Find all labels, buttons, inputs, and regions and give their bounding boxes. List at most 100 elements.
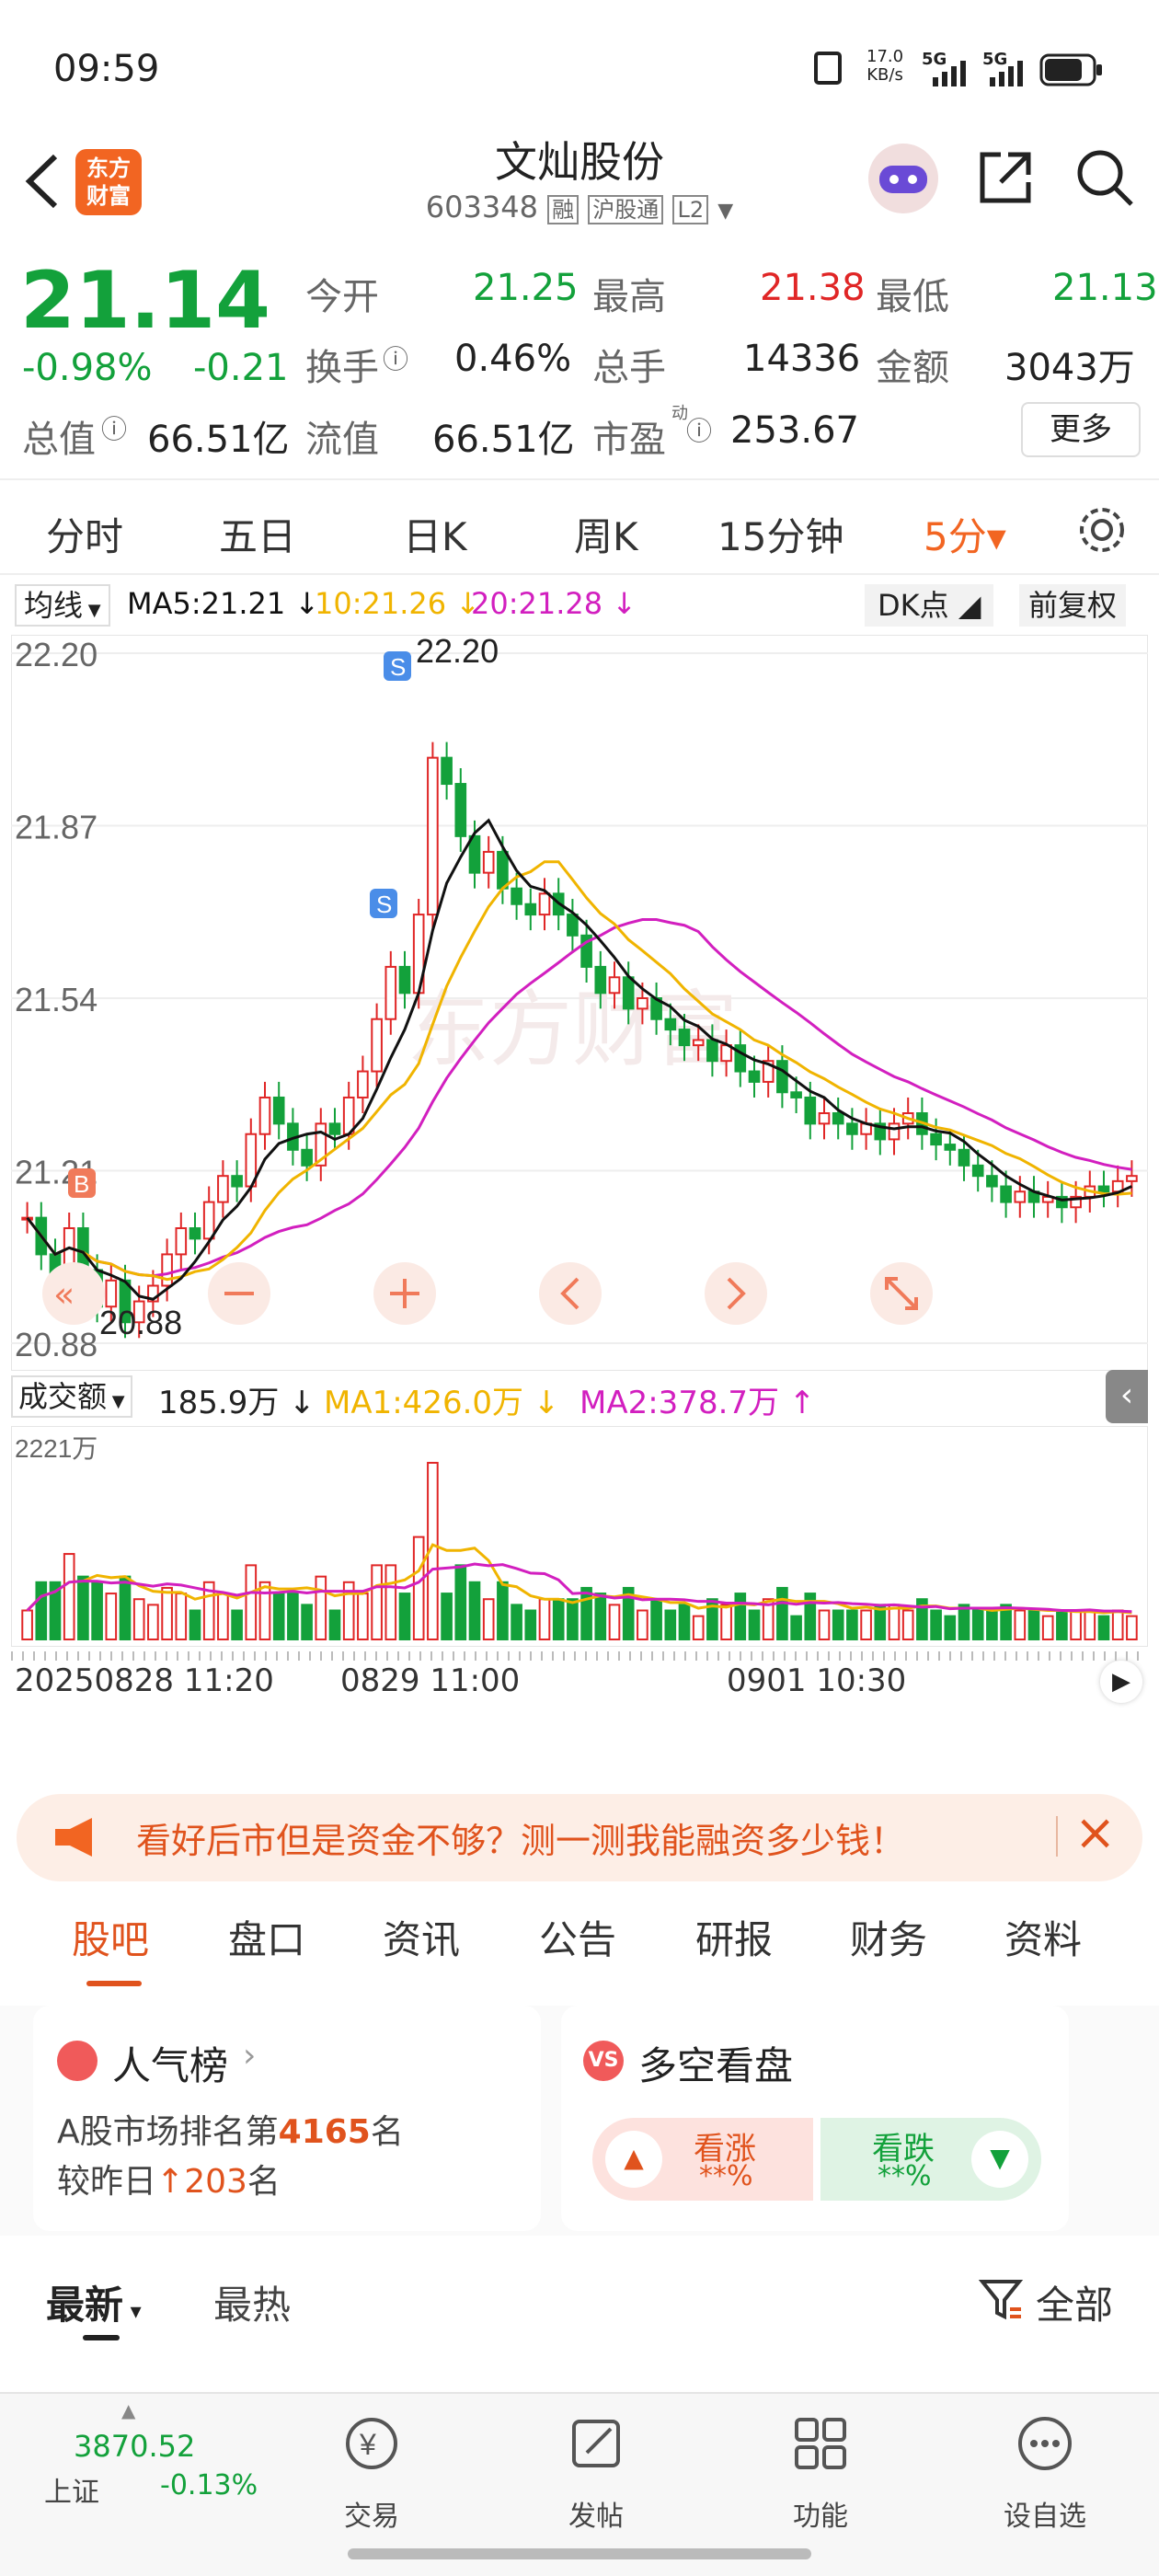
filter-icon[interactable]: [979, 2276, 1025, 2322]
edit-icon: [572, 2420, 620, 2467]
index-value[interactable]: 3870.52: [74, 2429, 195, 2464]
candle: [804, 1096, 817, 1125]
candle: [258, 1096, 271, 1135]
sentiment-title: 多空看盘: [638, 2043, 794, 2088]
info-circle-icon[interactable]: ⓘ: [101, 409, 127, 446]
candle: [1097, 1185, 1110, 1193]
double-left-glyph: «: [53, 1274, 75, 1315]
rank-change-line: 较昨日↑203名: [57, 2155, 281, 2202]
volume-bar: [1027, 1609, 1040, 1640]
move-left-icon[interactable]: [539, 1262, 602, 1325]
turnover-value: 0.46%: [454, 338, 572, 380]
bullish-value: **%: [699, 2160, 753, 2192]
amount-label: 金额: [876, 347, 949, 389]
grid-icon: [795, 2418, 846, 2469]
bearish-button[interactable]: 看跌 **% ▼: [820, 2118, 1041, 2201]
volume-bar: [846, 1609, 858, 1640]
popularity-card[interactable]: 人气榜 › A股市场排名第4165名 较昨日↑203名: [33, 2006, 541, 2231]
back-arrow-icon[interactable]: [20, 149, 63, 213]
stock-code: 603348: [425, 190, 538, 224]
low-value: 21.13: [1052, 267, 1158, 309]
volume-bar: [552, 1598, 565, 1640]
bullish-button[interactable]: ▲ 看涨 **%: [592, 2118, 813, 2201]
volume-bar: [287, 1593, 299, 1640]
tab-news[interactable]: 资讯: [383, 1909, 460, 1965]
ai-assistant-icon[interactable]: [865, 140, 942, 217]
candle: [454, 783, 467, 837]
candle: [888, 1122, 901, 1141]
side-panel-toggle[interactable]: ‹: [1106, 1370, 1148, 1423]
tab-daily-k[interactable]: 日K: [403, 506, 467, 562]
dk-point-button[interactable]: DK点 ◢: [865, 584, 994, 627]
candle: [189, 1227, 201, 1240]
candle: [524, 903, 537, 916]
move-right-icon[interactable]: [705, 1262, 767, 1325]
candle: [608, 976, 621, 995]
filter-all[interactable]: 全部: [1036, 2274, 1113, 2330]
candle: [692, 1039, 705, 1047]
volume-chart[interactable]: 2221万: [11, 1426, 1148, 1647]
tab-intraday[interactable]: 分时: [46, 506, 123, 562]
adjust-button[interactable]: 前复权: [1019, 584, 1127, 627]
tab-15min[interactable]: 15分钟: [717, 506, 843, 562]
time-label-2: 0829 11:00: [340, 1662, 521, 1699]
search-icon[interactable]: [1073, 145, 1137, 210]
close-icon[interactable]: ×: [1074, 1803, 1116, 1861]
volume-bar: [1126, 1615, 1138, 1641]
change-prefix: 较昨日: [57, 2163, 157, 2201]
volume-bar: [637, 1609, 648, 1640]
sort-latest[interactable]: 最新 ▾: [46, 2274, 142, 2330]
divider: [1056, 1816, 1058, 1857]
app-logo[interactable]: 东方 财富: [75, 149, 142, 215]
volume-bar: [748, 1609, 761, 1640]
candle: [1014, 1190, 1027, 1203]
stock-name[interactable]: 文灿股份: [386, 129, 773, 190]
candle: [202, 1201, 215, 1240]
high-label: 最高: [592, 276, 666, 318]
volume-bar: [524, 1609, 537, 1640]
volume-bar: [901, 1609, 914, 1640]
change-pct: -0.98%: [22, 347, 153, 389]
sort-hot[interactable]: 最热: [213, 2274, 291, 2330]
volume-bar: [328, 1609, 341, 1640]
tab-profile[interactable]: 资料: [1004, 1909, 1082, 1965]
promo-banner[interactable]: 看好后市但是资金不够？测一测我能融资多少钱！ ×: [17, 1794, 1142, 1881]
volume-bar: [650, 1598, 662, 1640]
info-circle-icon[interactable]: ⓘ: [686, 411, 712, 448]
kline-chart[interactable]: 东方财富 22.2021.8721.5421.2120.88 22.20 20.…: [11, 635, 1148, 1371]
battery-icon: [1039, 53, 1102, 86]
tab-forum[interactable]: 股吧: [72, 1909, 149, 1965]
candle: [594, 965, 607, 995]
open-label: 今开: [305, 276, 379, 318]
high-annotation: 22.20: [416, 635, 499, 670]
sort-row: 最新 ▾ 最热 全部: [0, 2245, 1159, 2374]
volume-bar: [301, 1604, 313, 1640]
tab-announcements[interactable]: 公告: [539, 1909, 616, 1965]
info-circle-icon[interactable]: ⓘ: [383, 339, 408, 376]
candle: [748, 1070, 761, 1083]
stock-code-line[interactable]: 603348 融 沪股通 L2 ▼: [405, 190, 754, 224]
nav-post-label: 发帖: [568, 2501, 624, 2533]
tab-five-day[interactable]: 五日: [219, 506, 296, 562]
gear-icon[interactable]: [1074, 502, 1130, 558]
caret-up-icon: ▲: [121, 2399, 136, 2421]
sell-marker-2: S: [376, 891, 392, 918]
chart-bars-icon: [57, 2041, 98, 2081]
volume-bar: [511, 1604, 522, 1640]
candle: [371, 1018, 383, 1073]
tab-finance[interactable]: 财务: [850, 1909, 927, 1965]
tab-order-book[interactable]: 盘口: [228, 1909, 305, 1965]
more-button[interactable]: 更多: [1021, 402, 1141, 457]
candle: [706, 1039, 718, 1063]
candle: [357, 1070, 369, 1098]
nav-watchlist[interactable]: 设自选: [971, 2394, 1119, 2576]
tab-research[interactable]: 研报: [695, 1909, 773, 1965]
tab-weekly-k[interactable]: 周K: [574, 506, 638, 562]
net-speed-unit: KB/s: [866, 65, 903, 85]
volume-bar: [441, 1593, 453, 1640]
share-icon[interactable]: [973, 145, 1038, 210]
tab-5min[interactable]: 5分▾: [924, 506, 1006, 562]
ma-select[interactable]: 均线 ▼: [15, 584, 110, 627]
volume-select[interactable]: 成交额 ▼: [11, 1375, 132, 1418]
play-right-icon[interactable]: ▶: [1100, 1661, 1142, 1703]
